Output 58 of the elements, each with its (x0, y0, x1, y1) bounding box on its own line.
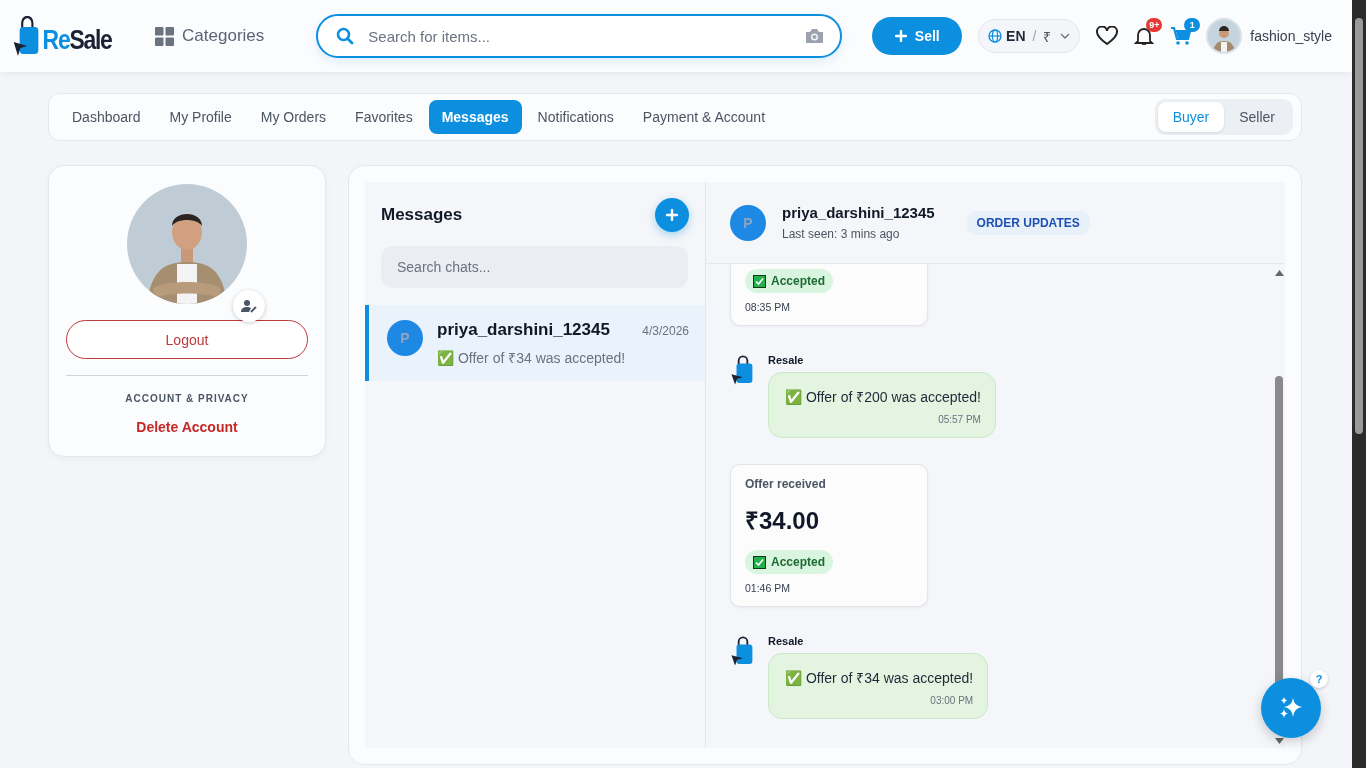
nav-tab[interactable]: My Orders (247, 100, 340, 134)
cart-count-badge: 1 (1184, 18, 1201, 32)
chat-date: 4/3/2026 (642, 324, 689, 338)
role-tab[interactable]: Seller (1224, 102, 1290, 132)
message-text: ✅ Offer of ₹200 was accepted! (785, 388, 981, 406)
bell-icon[interactable] (1134, 26, 1155, 46)
nav-tab[interactable]: Payment & Account (629, 100, 779, 134)
section-heading: ACCOUNT & PRIVACY (125, 393, 249, 404)
sender-name: Resale (768, 635, 805, 647)
contact-avatar: P (387, 320, 423, 356)
search-input[interactable]: Search for items... (368, 16, 792, 56)
panel-title: Messages (381, 205, 463, 225)
search-field[interactable]: Search for items... (316, 14, 843, 58)
notification-count-badge: 9+ (1146, 18, 1163, 32)
status-badge: Accepted (745, 550, 834, 574)
username[interactable]: fashion_style (1250, 28, 1332, 44)
offer-label: Offer received (745, 477, 826, 491)
chevron-down-icon (1060, 33, 1071, 39)
globe-icon (988, 29, 1003, 43)
cart-icon[interactable] (1170, 26, 1193, 46)
order-updates-tag: ORDER UPDATES (966, 210, 1090, 235)
delete-account-link[interactable]: Delete Account (130, 418, 244, 436)
message-text: ✅ Offer of ₹34 was accepted! (785, 669, 974, 687)
grid-icon (155, 26, 175, 46)
search-icon (336, 27, 355, 45)
plus-icon (894, 30, 907, 42)
plus-icon (666, 209, 678, 221)
heart-icon[interactable] (1096, 26, 1119, 46)
offer-amount: ₹34.00 (745, 506, 820, 536)
status-badge: Accepted (745, 269, 834, 293)
scroll-up-icon[interactable] (1274, 270, 1284, 276)
nav-tab[interactable]: Dashboard (59, 100, 154, 134)
message-time: 03:00 PM (930, 695, 974, 706)
check-icon (753, 555, 766, 569)
help-badge[interactable]: ? (1310, 670, 1328, 688)
new-chat-button[interactable] (655, 198, 689, 232)
edit-avatar-button[interactable] (233, 290, 265, 322)
chat-preview: ✅ Offer of ₹34 was accepted! (437, 349, 627, 367)
resale-logo[interactable]: ReSale (12, 16, 112, 56)
logout-button[interactable]: Logout (66, 320, 308, 359)
message-time: 01:46 PM (745, 582, 790, 594)
page-scrollbar[interactable] (1352, 0, 1366, 768)
contact-name: priya_darshini_12345 (782, 204, 935, 221)
message-time: 05:57 PM (938, 414, 981, 425)
message-time: 08:35 PM (745, 301, 790, 313)
categories-button[interactable]: Categories (155, 26, 265, 46)
check-icon (753, 274, 766, 288)
nav-tab[interactable]: My Profile (156, 100, 245, 134)
nav-tab[interactable]: Favorites (342, 100, 426, 134)
nav-tab[interactable]: Notifications (524, 100, 627, 134)
last-seen-text: Last seen: 3 mins ago (782, 227, 901, 241)
contact-avatar: P (730, 204, 766, 241)
user-edit-icon (241, 299, 257, 313)
chat-search-field[interactable]: Search chats... (381, 246, 688, 288)
contact-name: priya_darshini_12345 (437, 320, 610, 340)
language-currency-selector[interactable]: EN / ₹ (978, 19, 1081, 53)
chat-list-item[interactable]: P priya_darshini_12345 4/3/2026 ✅ Offer of ₹34 was accepted! (365, 305, 705, 381)
sender-name: Resale (768, 354, 805, 366)
